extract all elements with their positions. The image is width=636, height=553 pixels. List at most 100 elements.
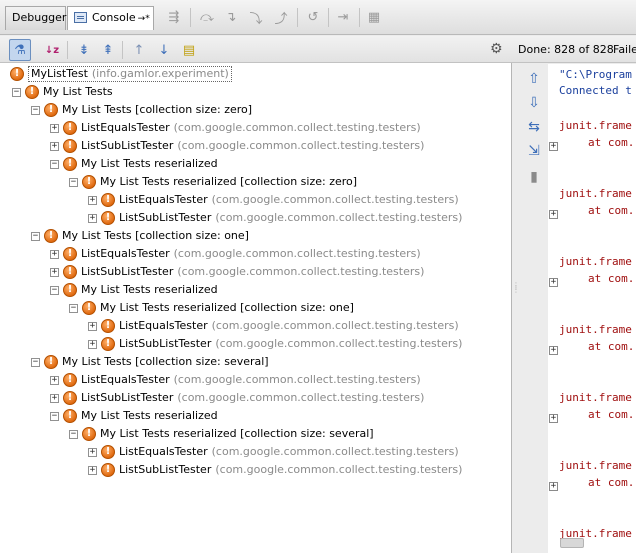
scroll-to-end-icon[interactable]: ⇲ (525, 142, 543, 160)
tree-node[interactable]: − ! My List Tests [collection size: one] (31, 227, 249, 245)
tree-node-label: ListSubListTester (119, 463, 212, 476)
fold-expand-icon[interactable]: + (549, 142, 558, 151)
step-over-icon[interactable]: ⤼ (198, 8, 216, 26)
tree-node-label: My List Tests reserialized (81, 409, 218, 422)
expand-icon[interactable]: + (50, 375, 59, 385)
show-execution-point-icon[interactable]: ⇶ (165, 8, 183, 26)
run-to-cursor-icon[interactable]: ⇥ (334, 8, 352, 26)
expand-icon[interactable]: + (88, 447, 97, 457)
tab-debugger[interactable]: Debugger (5, 6, 66, 30)
up-stack-trace-icon[interactable]: ⇧ (525, 70, 543, 88)
toolbar-separator (297, 8, 298, 27)
collapse-icon[interactable]: − (50, 159, 59, 169)
soft-wrap-icon[interactable]: ⇆ (525, 118, 543, 136)
drop-frame-icon[interactable]: ↺ (304, 8, 322, 26)
expand-icon[interactable]: + (88, 339, 97, 349)
tree-node-label: ListEqualsTester (119, 319, 208, 332)
tree-node-label: ListSubListTester (81, 391, 174, 404)
toolbar-separator (67, 41, 68, 59)
tree-node[interactable]: + ! ListEqualsTester (com.google.common.c… (88, 317, 459, 335)
collapse-icon[interactable]: − (31, 357, 40, 367)
tree-node[interactable]: − ! My List Tests reserialized [collecti… (69, 299, 354, 317)
expand-icon[interactable]: + (50, 141, 59, 151)
expand-icon[interactable]: + (88, 465, 97, 475)
sort-alphabetically-icon[interactable]: ↓z (41, 39, 63, 61)
pin-icon[interactable]: →* (138, 14, 150, 24)
collapse-icon[interactable]: − (69, 429, 78, 439)
tree-node[interactable]: − ! My List Tests (12, 83, 113, 101)
collapse-icon[interactable]: − (31, 231, 40, 241)
fold-expand-icon[interactable]: + (549, 414, 558, 423)
settings-gear-icon[interactable]: ⚙ (490, 41, 503, 57)
console-line: Connected t (559, 84, 632, 97)
package-name: (com.google.common.collect.testing.teste… (177, 139, 425, 152)
collapse-icon[interactable]: − (50, 411, 59, 421)
fold-expand-icon[interactable]: + (549, 346, 558, 355)
console-line: at com. (588, 340, 635, 353)
tree-node[interactable]: − ! My List Tests [collection size: seve… (31, 353, 269, 371)
console-line: at com. (588, 204, 635, 217)
console-line: at com. (588, 136, 635, 149)
expand-icon[interactable]: + (88, 195, 97, 205)
evaluate-expression-icon[interactable]: ▦ (365, 8, 383, 26)
collapse-icon[interactable]: − (50, 285, 59, 295)
tree-node-label: My List Tests [collection size: zero] (62, 103, 253, 116)
expand-icon[interactable]: + (88, 321, 97, 331)
expand-icon[interactable]: + (50, 249, 59, 259)
test-failed-icon: ! (44, 229, 58, 243)
down-stack-trace-icon[interactable]: ⇩ (525, 94, 543, 112)
tree-node[interactable]: − ! My List Tests reserialized [collecti… (69, 425, 374, 443)
tree-node[interactable]: + ! ListSubListTester (com.google.common.… (50, 389, 424, 407)
tree-node[interactable]: + ! ListEqualsTester (com.google.common.c… (50, 245, 421, 263)
tree-node-label: ListEqualsTester (119, 445, 208, 458)
tree-node[interactable]: − ! My List Tests reserialized (50, 281, 218, 299)
previous-failed-test-icon[interactable]: ↑ (128, 39, 150, 61)
tree-node[interactable]: + ! ListSubListTester (com.google.common.… (88, 461, 462, 479)
hide-passed-filter-icon[interactable]: ⚗ (9, 39, 31, 61)
tree-node[interactable]: − ! My List Tests [collection size: zero… (31, 101, 252, 119)
test-failed-icon: ! (63, 283, 77, 297)
console-line: junit.frame (559, 119, 632, 132)
console-horizontal-scrollbar[interactable] (560, 538, 584, 548)
tree-node[interactable]: + ! ListEqualsTester (com.google.common.c… (88, 191, 459, 209)
tree-node[interactable]: + ! ListEqualsTester (com.google.common.c… (50, 119, 421, 137)
tree-node[interactable]: + ! ListEqualsTester (com.google.common.c… (88, 443, 459, 461)
collapse-icon[interactable]: − (31, 105, 40, 115)
next-failed-test-icon[interactable]: ↓ (153, 39, 175, 61)
tree-node[interactable]: + ! ListSubListTester (com.google.common.… (50, 137, 424, 155)
expand-icon[interactable]: + (50, 123, 59, 133)
expand-icon[interactable]: + (50, 393, 59, 403)
console-output[interactable]: "C:\Program Connected t junit.frame at c… (548, 64, 636, 553)
collapse-icon[interactable]: − (69, 303, 78, 313)
export-results-icon[interactable]: ▤ (178, 39, 200, 61)
expand-icon[interactable]: + (88, 213, 97, 223)
fold-expand-icon[interactable]: + (549, 210, 558, 219)
tree-node[interactable]: ! MyListTest (info.gamlor.experiment) (10, 65, 232, 83)
tree-node-label: ListSubListTester (81, 139, 174, 152)
step-out-icon[interactable]: ⤴ (272, 8, 290, 27)
collapse-icon[interactable]: − (69, 177, 78, 187)
tree-node[interactable]: + ! ListEqualsTester (com.google.common.c… (50, 371, 421, 389)
tree-node-label: My List Tests [collection size: one] (62, 229, 249, 242)
tab-console[interactable]: Console →* (67, 6, 154, 30)
fold-expand-icon[interactable]: + (549, 278, 558, 287)
package-name: (com.google.common.collect.testing.teste… (215, 337, 463, 350)
tree-node[interactable]: + ! ListSubListTester (com.google.common.… (88, 335, 462, 353)
collapse-icon[interactable]: − (12, 87, 21, 97)
console-line: at com. (588, 476, 635, 489)
test-failed-count: Faile (613, 43, 636, 56)
tree-node[interactable]: + ! ListSubListTester (com.google.common.… (88, 209, 462, 227)
tree-node[interactable]: − ! My List Tests reserialized [collecti… (69, 173, 357, 191)
clear-all-icon[interactable]: ▮ (525, 168, 543, 186)
force-step-into-icon[interactable]: ⤵ (247, 8, 265, 27)
step-into-icon[interactable]: ↴ (222, 8, 240, 26)
tree-node-label: My List Tests [collection size: several] (62, 355, 269, 368)
expand-all-icon[interactable]: ⇟ (73, 39, 95, 61)
tree-node[interactable]: − ! My List Tests reserialized (50, 407, 218, 425)
tree-node[interactable]: + ! ListSubListTester (com.google.common.… (50, 263, 424, 281)
tree-node[interactable]: − ! My List Tests reserialized (50, 155, 218, 173)
expand-icon[interactable]: + (50, 267, 59, 277)
tab-console-label: Console (92, 11, 136, 24)
fold-expand-icon[interactable]: + (549, 482, 558, 491)
collapse-all-icon[interactable]: ⇞ (97, 39, 119, 61)
